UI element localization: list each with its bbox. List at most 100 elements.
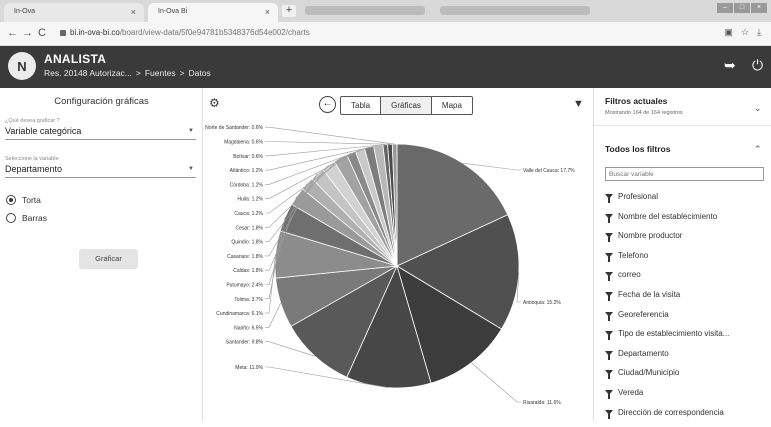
url-path: /board/view-data/5f0e94781b5348376d54e00… [119,28,310,37]
app-logo[interactable]: N [8,52,36,80]
filter-label: Fecha de la visita [618,289,681,299]
filter-icon [605,409,613,419]
slice-label: Casanare: 1.8% [227,254,263,260]
new-tab-button[interactable]: + [282,5,296,17]
tab-tabla[interactable]: Tabla [341,97,382,114]
filter-item[interactable]: Dirección de correspondencia [605,408,770,427]
filter-label: Profesional [618,192,659,201]
filter-item[interactable]: Tipo de establecimiento visita... [605,329,770,349]
radio-label: Barras [22,213,48,223]
filter-label: Vereda [618,387,644,397]
browser-tab-bar: In-Ova × In-Ova Bi × + – □ × [0,0,771,22]
filter-item[interactable]: Fecha de la visita [605,290,770,310]
breadcrumb-item[interactable]: Res. 20148 Autorizac... [44,68,132,78]
panel-title: Configuración gráficas [54,96,149,107]
browser-back-icon[interactable]: ← [7,27,18,39]
breadcrumb: Res. 20148 Autorizac... > Fuentes > Datos [44,68,211,78]
power-icon[interactable]: ⏻ [752,57,763,74]
breadcrumb-item[interactable]: Fuentes [145,68,176,78]
radio-selected-icon[interactable] [6,195,16,205]
filter-item[interactable]: Vereda [605,388,770,408]
filter-list: Profesional Nombre del establecimiento N… [605,192,770,427]
blurred-tab [440,6,590,15]
browser-tab-1[interactable]: In-Ova × [4,3,144,22]
chevron-right-icon: > [135,68,141,78]
blurred-tab [305,6,425,15]
back-circle-icon[interactable]: ← [319,96,336,113]
chevron-right-icon: > [179,68,185,78]
url-field[interactable]: bi.in-ova-bi.co/board/view-data/5f0e9478… [70,28,310,37]
browser-tab-2[interactable]: In-Ova Bi × [148,3,278,22]
slice-label: Magdalena: 0.6% [224,140,263,146]
close-icon[interactable]: × [265,7,270,17]
filter-item[interactable]: Profesional [605,192,770,212]
chevron-down-icon[interactable]: ⌄ [754,103,762,114]
filter-item[interactable]: Nombre del establecimiento [605,212,770,232]
slice-label: Cesar: 1.8% [235,225,263,231]
download-icon[interactable]: ⤓ [757,27,761,38]
chevron-up-icon[interactable]: ⌃ [754,144,762,155]
radio-torta[interactable]: Torta [6,195,41,205]
pie-chart: Valle del Cauca: 17.7% Antioquia: 15.2% Ri… [205,125,575,406]
filter-icon [605,272,613,282]
filter-icon [605,389,613,399]
graficar-button[interactable]: Graficar [79,249,138,269]
slice-label: Nariño: 6.5% [234,325,263,331]
close-icon[interactable]: × [131,7,136,17]
extension-icon[interactable]: ▣ [724,27,733,38]
close-window-icon[interactable]: × [751,3,767,13]
browser-forward-icon[interactable]: → [22,27,33,39]
filter-item[interactable]: Nombre productor [605,231,770,251]
filter-label: Ciudad/Municipio [618,368,680,378]
tab-graficas[interactable]: Gráficas [381,97,432,114]
filters-panel: Filtros actuales Mostrando 164 de 164 re… [593,88,771,421]
search-variable-input[interactable] [605,167,764,181]
back-arrow-icon[interactable]: ➥ [724,57,736,74]
slice-label: Huila: 1.2% [237,197,263,203]
lock-icon [60,30,66,36]
slice-label: Quindío: 1.8% [231,240,263,246]
star-icon[interactable]: ☆ [741,27,749,38]
chart-type-label: ¿Qué desea graficar ? [5,118,60,124]
filter-icon [605,252,613,262]
filter-item[interactable]: Ciudad/Municipio [605,368,770,388]
slice-label: Antioquia: 15.2% [523,300,561,306]
caret-down-icon: ▼ [188,166,194,172]
all-filters-title: Todos los filtros [605,144,671,154]
select-value: Variable categórica [5,126,82,136]
filter-icon[interactable]: ▼ [573,98,584,110]
select-value: Departamento [5,164,63,174]
app-name: ANALISTA [44,52,107,66]
url-host: bi.in-ova-bi.co [70,28,120,37]
app-header: N ANALISTA Res. 20148 Autorizac... > Fuent… [0,46,771,88]
slice-label: Bolívar: 0.6% [233,154,263,160]
chart-type-select[interactable]: Variable categórica ▼ [5,126,196,140]
window-controls: – □ × [717,3,767,13]
slice-label: Risaralda: 11.6% [523,400,561,406]
radio-barras[interactable]: Barras [6,213,47,223]
filter-label: Georeferencia [618,309,669,319]
filter-label: Tipo de establecimiento visita... [618,329,730,339]
filter-item[interactable]: Departamento [605,349,770,369]
minimize-icon[interactable]: – [717,3,733,13]
slice-label: Tolima: 3.7% [234,297,263,303]
variable-label: Seleccione la variable [5,156,59,162]
filter-item[interactable]: Georeferencia [605,310,770,330]
reload-icon[interactable]: C [38,27,46,39]
filter-item[interactable]: correo [605,270,770,290]
filter-icon [605,350,613,360]
filter-item[interactable]: Telefono [605,251,770,271]
label-leader-line [471,362,521,403]
tab-mapa[interactable]: Mapa [432,97,472,114]
filter-icon [605,233,613,243]
slice-label: Meta: 11.0% [235,365,263,371]
variable-select[interactable]: Departamento ▼ [5,164,196,178]
label-leader-line [265,254,276,314]
browser-toolbar-icons: ▣ ☆ ⤓ [724,27,761,38]
breadcrumb-item: Datos [188,68,211,78]
maximize-icon[interactable]: □ [734,3,750,13]
filter-label: Nombre del establecimiento [618,211,718,221]
radio-unselected-icon[interactable] [6,213,16,223]
slice-label: Norte de Santander: 0.6% [205,125,263,131]
gear-icon[interactable]: ⚙ [209,96,220,110]
